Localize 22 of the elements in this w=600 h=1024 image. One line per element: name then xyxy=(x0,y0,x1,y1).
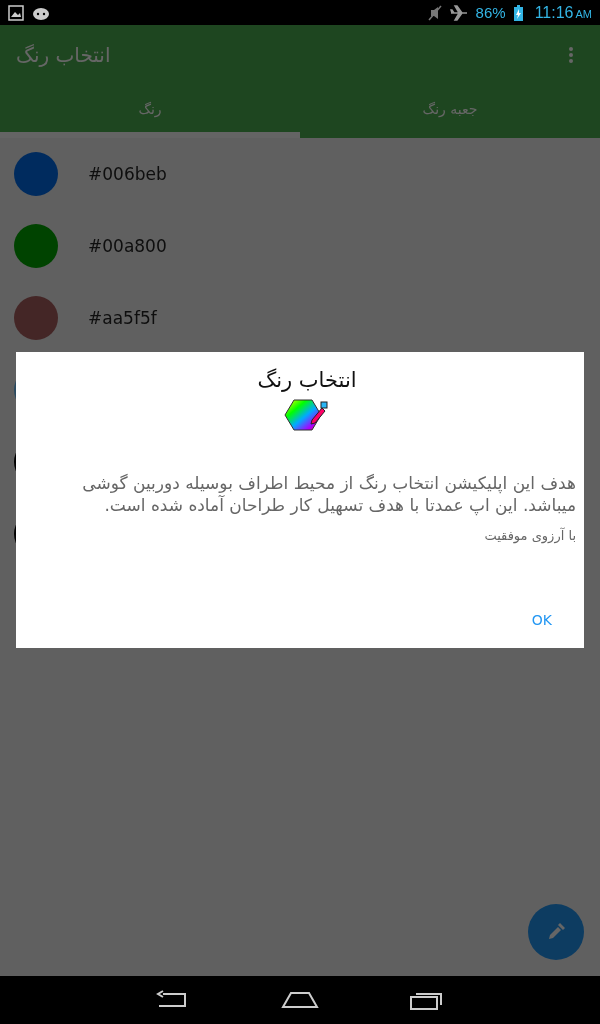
airplane-icon xyxy=(449,4,468,21)
color-hex[interactable]: #006beb xyxy=(88,164,167,184)
clock: 11:16 xyxy=(534,3,574,22)
android-icon xyxy=(32,5,50,20)
image-icon xyxy=(8,4,24,21)
color-hexagon-icon xyxy=(284,398,330,432)
mute-icon xyxy=(427,4,442,21)
dialog-title: انتخاب رنگ xyxy=(257,368,357,392)
battery-charging-icon xyxy=(513,4,523,21)
color-hex[interactable]: #aa5f5f xyxy=(88,308,157,328)
ok-button[interactable]: OK xyxy=(507,600,576,640)
tab[interactable]: رنگ xyxy=(0,85,300,138)
home-icon[interactable] xyxy=(281,991,319,1009)
clock-ampm: AM xyxy=(575,7,592,20)
color-hex[interactable]: #00a800 xyxy=(88,236,167,256)
dialog-signature: با آرزوی موفقیت xyxy=(483,528,576,543)
recent-apps-icon[interactable] xyxy=(409,990,445,1010)
pen-icon xyxy=(546,922,566,942)
tab[interactable]: جعبه رنگ xyxy=(300,85,600,138)
battery-percent: 86% xyxy=(475,4,506,21)
dialog-message: هدف این اپلیکیشن انتخاب رنگ از محیط اطراف بوسیله دوربین گوشی میباشد. این اپ عمدتا با هدف تسهیل کار طراحان آماده شده است. xyxy=(81,472,576,516)
app-title: انتخاب رنگ xyxy=(16,43,111,67)
